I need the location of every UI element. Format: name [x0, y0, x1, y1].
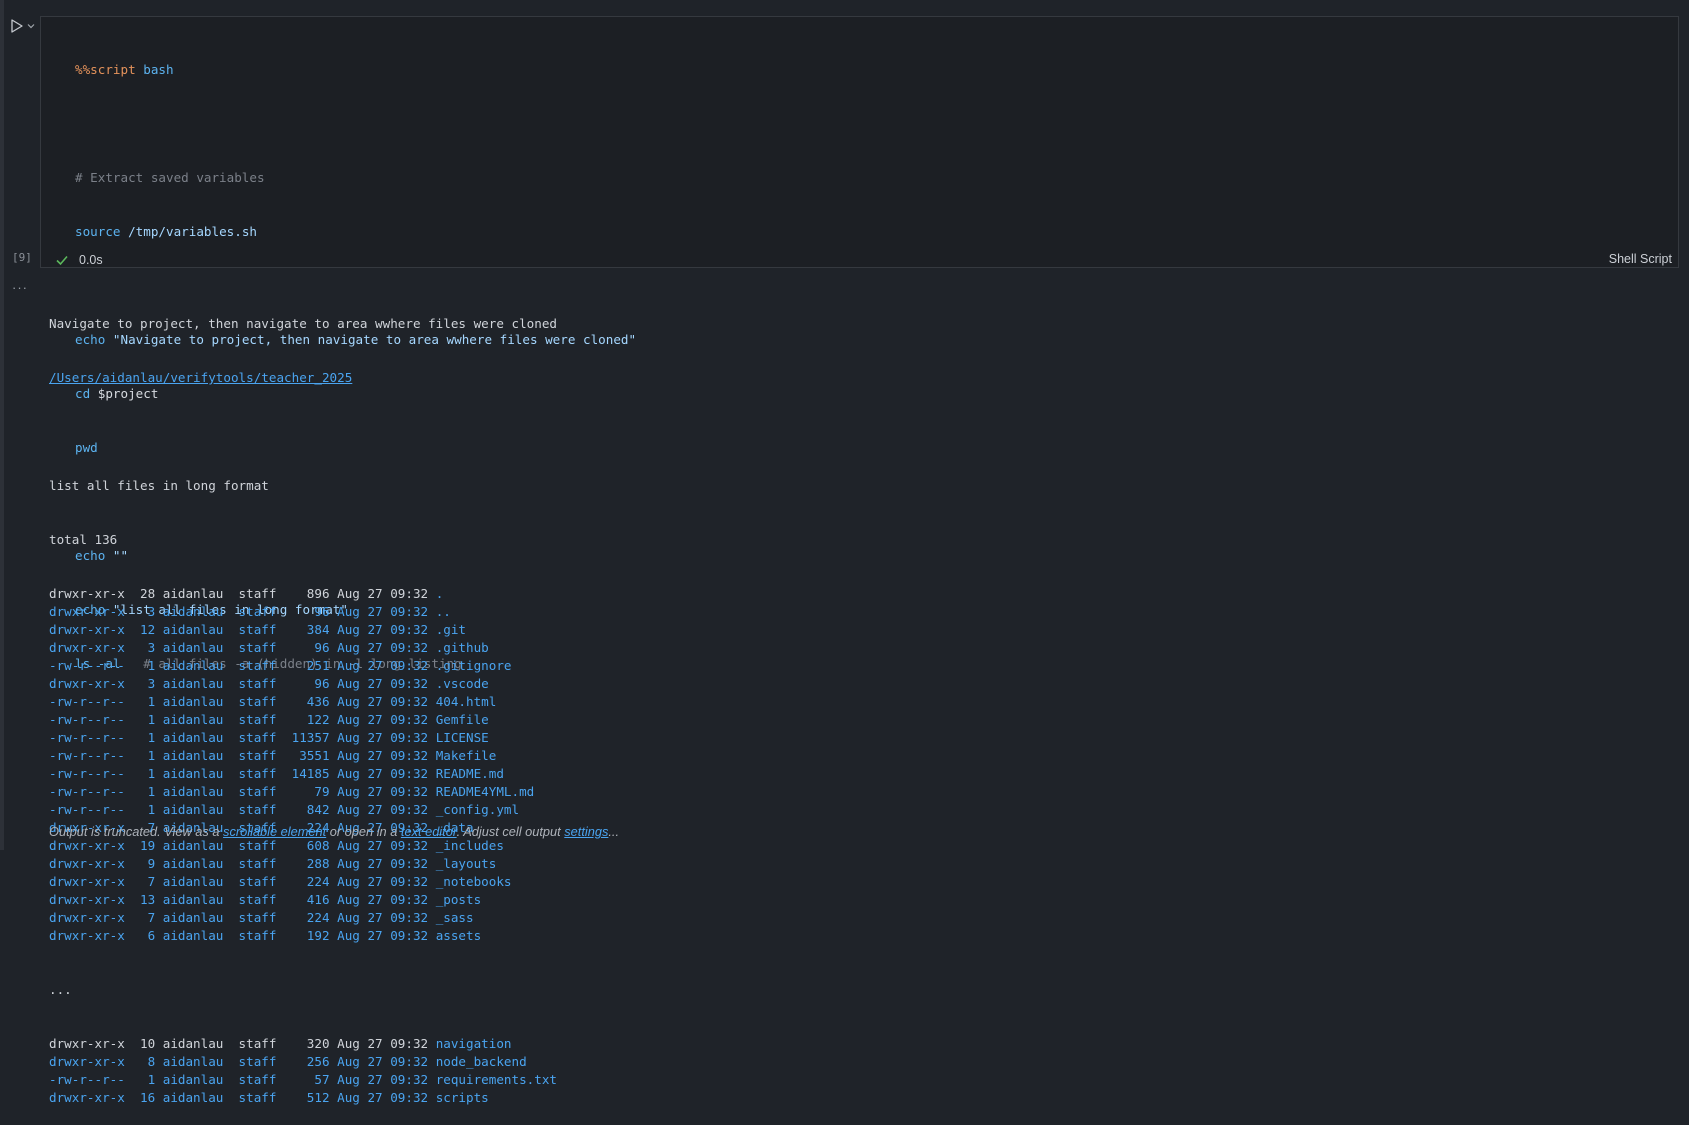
file-meta: -rw-r--r-- 1 aidanlau staff 251 Aug 27 0… [49, 658, 436, 673]
file-meta: -rw-r--r-- 1 aidanlau staff 842 Aug 27 0… [49, 802, 436, 817]
file-name: _layouts [435, 856, 497, 871]
file-row: -rw-r--r-- 1 aidanlau staff 436 Aug 27 0… [49, 693, 557, 711]
file-row: -rw-r--r-- 1 aidanlau staff 14185 Aug 27… [49, 765, 557, 783]
cell-gutter [0, 0, 4, 850]
file-meta: -rw-r--r-- 1 aidanlau staff 3551 Aug 27 … [49, 748, 436, 763]
file-row: drwxr-xr-x 9 aidanlau staff 288 Aug 27 0… [49, 855, 557, 873]
truncation-notice: Output is truncated. View as a scrollabl… [49, 824, 620, 839]
file-name: LICENSE [435, 730, 489, 745]
file-row: -rw-r--r-- 1 aidanlau staff 122 Aug 27 0… [49, 711, 557, 729]
file-list-top: drwxr-xr-x 28 aidanlau staff 896 Aug 27 … [49, 585, 557, 945]
file-row: drwxr-xr-x 3 aidanlau staff 96 Aug 27 09… [49, 603, 557, 621]
file-row: drwxr-xr-x 16 aidanlau staff 512 Aug 27 … [49, 1089, 557, 1107]
file-meta: drwxr-xr-x 6 aidanlau staff 192 Aug 27 0… [49, 928, 436, 943]
file-name: README4YML.md [435, 784, 535, 799]
output-ellipsis: ... [49, 982, 72, 997]
cell-language-picker[interactable]: Shell Script [1609, 252, 1672, 266]
run-cell-icon[interactable] [9, 18, 25, 34]
file-name: .vscode [435, 676, 489, 691]
file-row: -rw-r--r-- 1 aidanlau staff 79 Aug 27 09… [49, 783, 557, 801]
output-line: list all files in long format [49, 478, 269, 493]
file-meta: drwxr-xr-x 28 aidanlau staff 896 Aug 27 … [49, 586, 436, 601]
file-name: _notebooks [435, 874, 512, 889]
file-meta: -rw-r--r-- 1 aidanlau staff 122 Aug 27 0… [49, 712, 436, 727]
scrollable-element-link[interactable]: scrollable element [223, 824, 326, 839]
file-row: drwxr-xr-x 19 aidanlau staff 608 Aug 27 … [49, 837, 557, 855]
file-row: -rw-r--r-- 1 aidanlau staff 842 Aug 27 0… [49, 801, 557, 819]
settings-link[interactable]: settings [564, 824, 608, 839]
file-meta: drwxr-xr-x 10 aidanlau staff 320 Aug 27 … [49, 1036, 436, 1051]
file-name: requirements.txt [435, 1072, 558, 1087]
file-row: drwxr-xr-x 7 aidanlau staff 224 Aug 27 0… [49, 873, 557, 891]
file-list-bottom: drwxr-xr-x 10 aidanlau staff 320 Aug 27 … [49, 1035, 557, 1107]
chevron-down-icon[interactable] [26, 21, 36, 31]
file-name: scripts [435, 1090, 489, 1105]
file-name: Gemfile [435, 712, 489, 727]
output-line: total 136 [49, 532, 118, 547]
code-cell[interactable]: %%script bash # Extract saved variables … [40, 16, 1679, 671]
file-meta: drwxr-xr-x 3 aidanlau staff 96 Aug 27 09… [49, 640, 436, 655]
checkmark-icon [56, 255, 68, 266]
file-name: _posts [435, 892, 482, 907]
file-meta: drwxr-xr-x 3 aidanlau staff 96 Aug 27 09… [49, 604, 436, 619]
output-line: Navigate to project, then navigate to ar… [49, 316, 557, 331]
file-name: 404.html [435, 694, 497, 709]
file-meta: drwxr-xr-x 19 aidanlau staff 608 Aug 27 … [49, 838, 436, 853]
file-name: . [435, 586, 444, 601]
file-row: drwxr-xr-x 12 aidanlau staff 384 Aug 27 … [49, 621, 557, 639]
output-actions-button[interactable]: ··· [12, 280, 28, 295]
execution-count: [9] [12, 251, 32, 264]
file-name: assets [435, 928, 482, 943]
file-row: -rw-r--r-- 1 aidanlau staff 3551 Aug 27 … [49, 747, 557, 765]
file-name: Makefile [435, 748, 497, 763]
path-link[interactable]: /Users/aidanlau/verifytools/teacher_2025 [49, 370, 352, 385]
file-row: drwxr-xr-x 28 aidanlau staff 896 Aug 27 … [49, 585, 557, 603]
file-meta: -rw-r--r-- 1 aidanlau staff 79 Aug 27 09… [49, 784, 436, 799]
file-row: drwxr-xr-x 13 aidanlau staff 416 Aug 27 … [49, 891, 557, 909]
file-meta: drwxr-xr-x 13 aidanlau staff 416 Aug 27 … [49, 892, 436, 907]
file-row: drwxr-xr-x 10 aidanlau staff 320 Aug 27 … [49, 1035, 557, 1053]
file-row: drwxr-xr-x 8 aidanlau staff 256 Aug 27 0… [49, 1053, 557, 1071]
file-name: .. [435, 604, 451, 619]
file-row: -rw-r--r-- 1 aidanlau staff 11357 Aug 27… [49, 729, 557, 747]
file-row: -rw-r--r-- 1 aidanlau staff 251 Aug 27 0… [49, 657, 557, 675]
file-meta: -rw-r--r-- 1 aidanlau staff 57 Aug 27 09… [49, 1072, 436, 1087]
code-comment: # Extract saved variables [75, 170, 265, 185]
file-meta: drwxr-xr-x 7 aidanlau staff 224 Aug 27 0… [49, 874, 436, 889]
file-meta: drwxr-xr-x 8 aidanlau staff 256 Aug 27 0… [49, 1054, 436, 1069]
file-meta: -rw-r--r-- 1 aidanlau staff 436 Aug 27 0… [49, 694, 436, 709]
file-name: node_backend [435, 1054, 527, 1069]
file-row: drwxr-xr-x 6 aidanlau staff 192 Aug 27 0… [49, 927, 557, 945]
file-name: navigation [435, 1036, 512, 1051]
file-name: _config.yml [435, 802, 520, 817]
file-name: _includes [435, 838, 504, 853]
file-name: .gitignore [435, 658, 512, 673]
file-meta: drwxr-xr-x 16 aidanlau staff 512 Aug 27 … [49, 1090, 436, 1105]
file-name: .github [435, 640, 489, 655]
text-editor-link[interactable]: text editor [401, 824, 457, 839]
file-row: drwxr-xr-x 3 aidanlau staff 96 Aug 27 09… [49, 639, 557, 657]
file-meta: drwxr-xr-x 9 aidanlau staff 288 Aug 27 0… [49, 856, 436, 871]
file-name: README.md [435, 766, 504, 781]
file-name: _sass [435, 910, 474, 925]
file-meta: drwxr-xr-x 3 aidanlau staff 96 Aug 27 09… [49, 676, 436, 691]
file-row: -rw-r--r-- 1 aidanlau staff 57 Aug 27 09… [49, 1071, 557, 1089]
file-meta: -rw-r--r-- 1 aidanlau staff 14185 Aug 27… [49, 766, 436, 781]
execution-duration: 0.0s [79, 253, 103, 267]
file-name: .git [435, 622, 467, 637]
file-row: drwxr-xr-x 7 aidanlau staff 224 Aug 27 0… [49, 909, 557, 927]
file-row: drwxr-xr-x 3 aidanlau staff 96 Aug 27 09… [49, 675, 557, 693]
file-meta: -rw-r--r-- 1 aidanlau staff 11357 Aug 27… [49, 730, 436, 745]
magic-command: %%script [75, 62, 136, 77]
cell-output: Navigate to project, then navigate to ar… [49, 279, 557, 1125]
file-meta: drwxr-xr-x 12 aidanlau staff 384 Aug 27 … [49, 622, 436, 637]
execution-status: 0.0s [55, 251, 103, 269]
file-meta: drwxr-xr-x 7 aidanlau staff 224 Aug 27 0… [49, 910, 436, 925]
